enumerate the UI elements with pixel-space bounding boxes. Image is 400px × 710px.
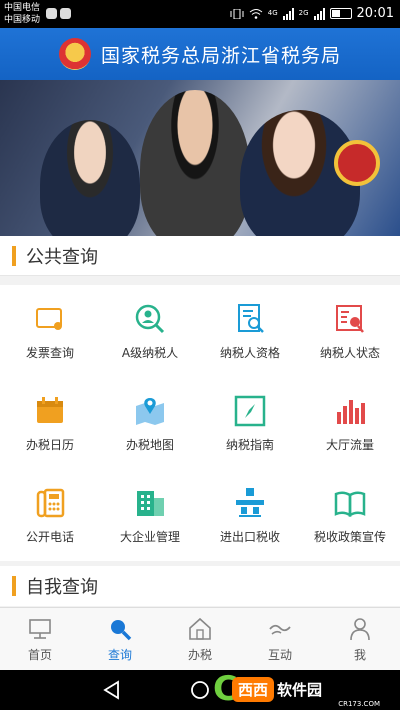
carrier-1: 中国电信: [4, 3, 41, 13]
public-query-header: 公共查询: [0, 236, 400, 276]
tab-label: 办税: [187, 647, 212, 662]
tax-map-icon: [136, 397, 164, 425]
tab-label: 互动: [267, 647, 292, 662]
section-accent-bar: [12, 245, 16, 266]
grid-item-tax-calendar[interactable]: 办税日历: [0, 377, 100, 469]
self-query-header: 自我查询: [0, 566, 400, 606]
tab-query[interactable]: 查询: [80, 608, 160, 670]
tax-calendar-icon: [37, 396, 63, 423]
enterprise-management-icon: [137, 490, 164, 516]
tab-tax[interactable]: 办税: [160, 608, 240, 670]
watermark-brand-text: 软件园: [276, 680, 322, 699]
grid-item-label: 进出口税收: [219, 529, 280, 544]
grid-item-enterprise-management[interactable]: 大企业管理: [100, 469, 200, 561]
user-icon: [350, 617, 370, 640]
tax-emblem-icon: [58, 38, 91, 70]
notification-icons: [46, 8, 71, 19]
taxpayer-status-icon: [336, 304, 364, 333]
wifi-icon: [249, 9, 263, 19]
tab-interaction[interactable]: 互动: [240, 608, 320, 670]
bottom-tab-bar: 首页 查询 办税 互动 我: [0, 607, 400, 670]
banner-image[interactable]: [0, 80, 400, 236]
grid-item-taxpayer-status[interactable]: 纳税人状态: [300, 285, 400, 377]
section-accent-bar: [12, 576, 16, 596]
status-time: 20:01: [356, 6, 394, 21]
grid-item-public-phone[interactable]: 公开电话: [0, 469, 100, 561]
grid-item-taxpayer-qualification[interactable]: 纳税人资格: [200, 285, 300, 377]
grid-item-tax-map[interactable]: 办税地图: [100, 377, 200, 469]
search-icon: [111, 619, 132, 640]
import-export-tax-icon: [236, 487, 264, 517]
grid-item-label: 纳税指南: [225, 437, 274, 452]
network-1-label: 4G: [267, 9, 278, 17]
back-triangle-icon[interactable]: [102, 680, 120, 700]
a-level-taxpayer-icon: [135, 304, 165, 333]
grid-item-label: 大企业管理: [119, 529, 180, 544]
grid-item-label: 税收政策宣传: [313, 529, 386, 544]
taxpayer-qualification-icon: [238, 303, 264, 333]
grid-item-label: 发票查询: [25, 345, 74, 360]
public-phone-icon: [36, 488, 65, 517]
grid-item-invoice-search[interactable]: 发票查询: [0, 285, 100, 377]
grid-item-label: A级纳税人: [121, 345, 179, 360]
hall-traffic-icon: [337, 399, 365, 424]
tab-me[interactable]: 我: [320, 608, 400, 670]
grid-item-label: 办税地图: [125, 437, 174, 452]
tab-home[interactable]: 首页: [0, 608, 80, 670]
tab-label: 我: [353, 647, 366, 662]
carrier-labels: 中国电信 中国移动: [4, 2, 40, 26]
watermark-brand-box: 西西: [231, 676, 274, 702]
status-bar: 中国电信 中国移动 4G 2G 20:01: [0, 0, 400, 28]
grid-item-tax-policy[interactable]: 税收政策宣传: [300, 469, 400, 561]
battery-icon: [329, 8, 352, 19]
grid-item-label: 办税日历: [25, 437, 74, 452]
grid-item-label: 纳税人资格: [219, 345, 280, 360]
watermark-logo: C 西西 软件园 CR173.COM: [213, 668, 388, 710]
self-query-title: 自我查询: [26, 577, 98, 598]
grid-item-a-level-taxpayer[interactable]: A级纳税人: [100, 285, 200, 377]
home-circle-icon[interactable]: [190, 680, 210, 700]
network-2-label: 2G: [298, 9, 309, 17]
status-indicators: 4G 2G 20:01: [230, 6, 394, 21]
grid-item-import-export-tax[interactable]: 进出口税收: [200, 469, 300, 561]
grid-item-label: 大厅流量: [325, 437, 374, 452]
banner-person-center: [140, 90, 250, 236]
vibrate-icon: [230, 8, 244, 19]
grid-item-hall-traffic[interactable]: 大厅流量: [300, 377, 400, 469]
grid-item-tax-guide[interactable]: 纳税指南: [200, 377, 300, 469]
tab-label: 查询: [107, 647, 132, 662]
invoice-search-icon: [36, 307, 62, 330]
tax-house-icon: [189, 617, 211, 640]
app-notification-icon: [60, 8, 71, 19]
public-query-title: 公共查询: [26, 246, 98, 268]
app-title: 国家税务总局浙江省税务局: [100, 44, 341, 67]
signal-2-icon: [313, 7, 325, 20]
grid-item-label: 纳税人状态: [319, 345, 380, 360]
tab-label: 首页: [27, 647, 52, 662]
public-query-grid: 发票查询 A级纳税人 纳税人资格 纳税人状态 办税日历 办税地图 纳税指南 大厅…: [0, 285, 400, 561]
tax-policy-book-icon: [334, 490, 366, 517]
interaction-icon: [269, 624, 291, 635]
app-header: 国家税务总局浙江省税务局: [0, 28, 400, 80]
watermark-site: CR173.COM: [338, 700, 380, 708]
grid-item-label: 公开电话: [25, 529, 74, 544]
signal-1-icon: [282, 7, 294, 20]
banner-person-left: [40, 120, 140, 236]
home-monitor-icon: [29, 618, 51, 639]
tax-guide-icon: [234, 395, 266, 426]
banner-badge: [334, 140, 380, 186]
carrier-2: 中国移动: [4, 15, 41, 25]
chat-notification-icon: [46, 8, 57, 19]
